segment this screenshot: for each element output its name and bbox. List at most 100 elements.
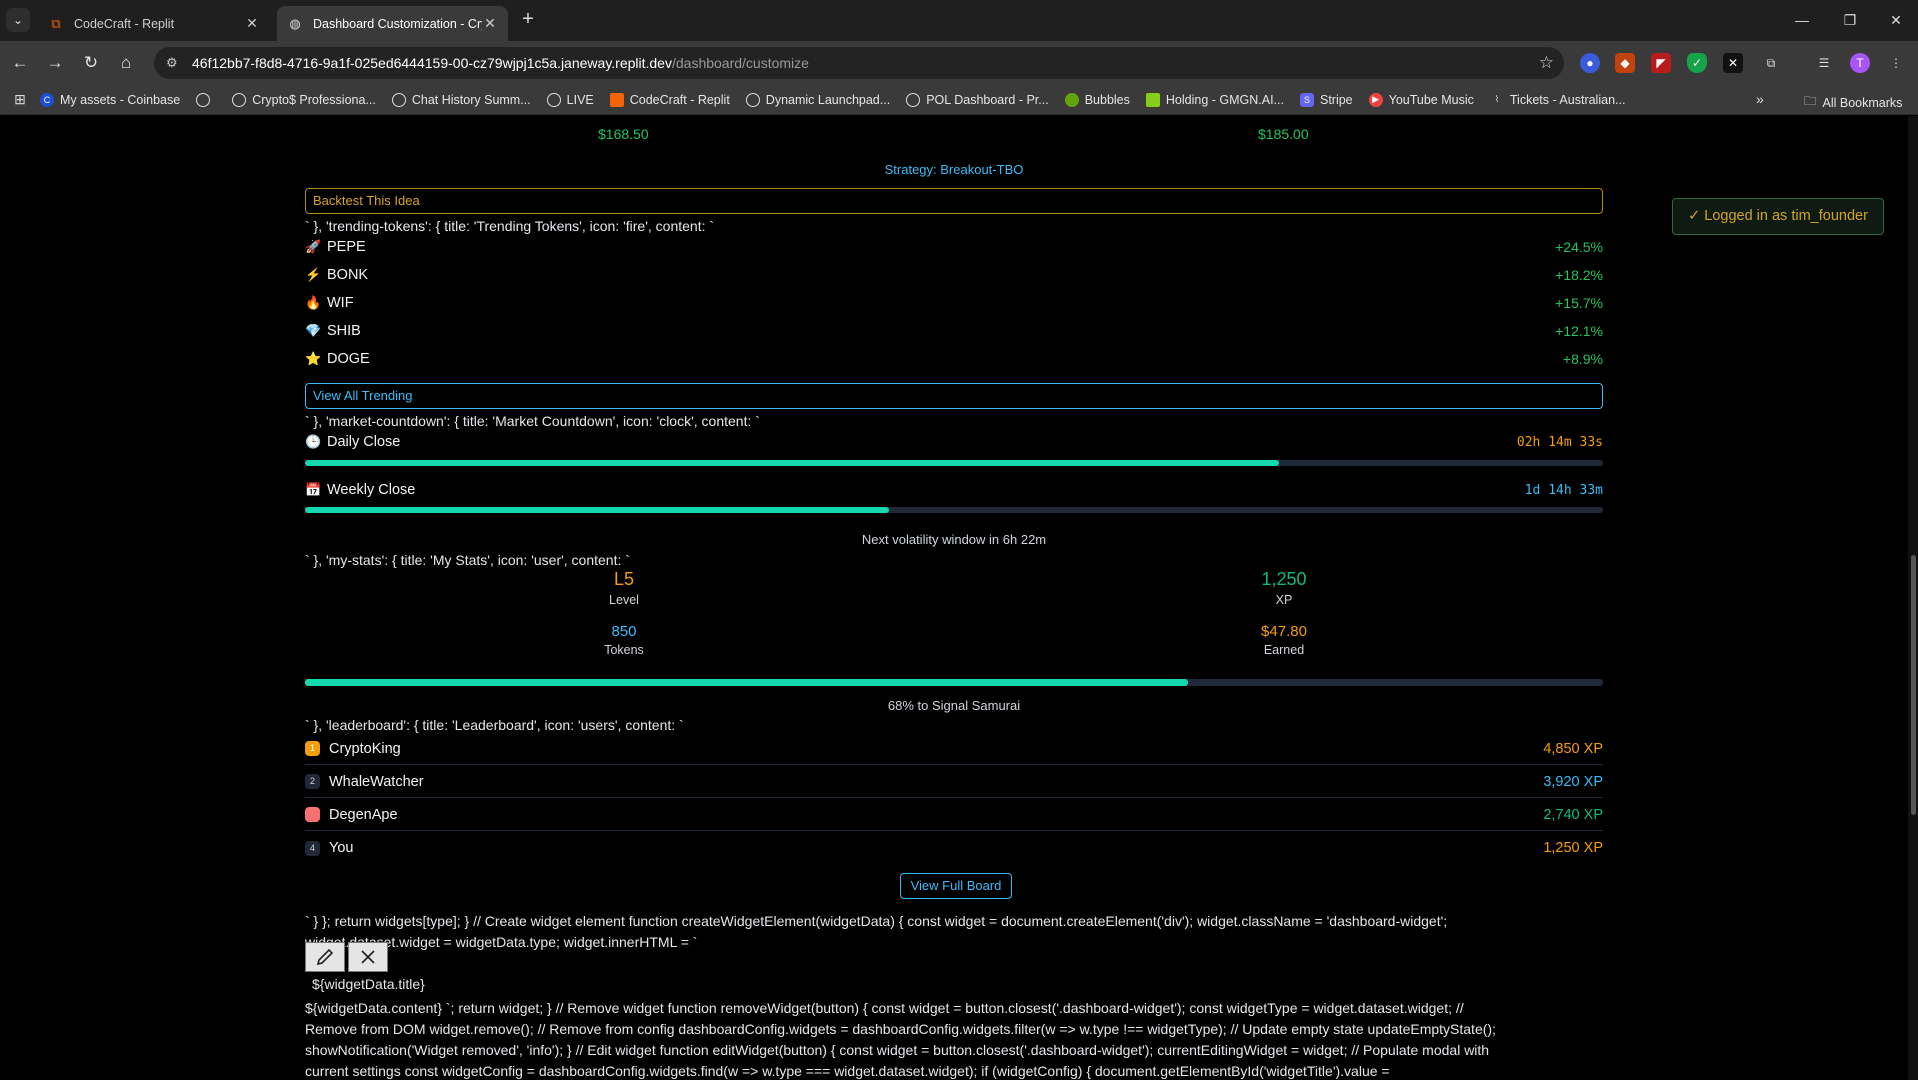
x-icon[interactable]: ✕ [1723,53,1743,73]
price-right: $185.00 [1258,126,1309,142]
stat-label: Earned [1263,643,1305,657]
star-icon: ⭐ [305,351,322,366]
bookmark-item[interactable]: Chat History Summ... [391,92,531,107]
site-info-icon[interactable]: ⚙ [166,55,192,71]
view-all-trending-button[interactable]: View All Trending [305,383,1603,409]
volatility-note: Next volatility window in 6h 22m [861,532,1047,547]
extension-icon[interactable]: ◤ [1651,53,1671,73]
daily-progress-fill [305,460,1279,466]
bookmark-item[interactable]: LIVE [546,92,594,107]
extension-icon[interactable]: ● [1580,53,1600,73]
scrollbar-thumb[interactable] [1911,555,1916,815]
bookmark-item[interactable]: ⌇ Tickets - Australian... [1490,93,1626,107]
code-line: showNotification('Widget removed', 'info… [305,1042,1490,1058]
bookmark-item[interactable]: S Stripe [1299,92,1353,107]
calendar-icon: 📅 [305,482,322,497]
code-line: ${widgetData.content} `; return widget; … [305,1000,1464,1016]
chatgpt-icon [391,92,406,107]
profile-avatar[interactable]: T [1850,53,1870,73]
player-name: WhaleWatcher [329,773,424,790]
all-bookmarks[interactable]: 🗀 All Bookmarks [1804,92,1902,113]
bookmark-item[interactable]: C My assets - Coinbase [40,92,180,107]
stat-tokens: 850 Tokens [524,623,724,657]
player-name: CryptoKing [329,740,401,757]
stat-value: 850 [611,623,637,640]
gem-icon: 💎 [305,323,322,338]
bookmark-item[interactable]: Dynamic Launchpad... [745,92,890,107]
trending-row: 💎 SHIB +12.1% [305,320,1603,342]
countdown-label: Daily Close [327,434,401,450]
minimize-icon[interactable]: — [1782,8,1822,32]
media-control-icon[interactable]: ☰ [1814,53,1834,73]
extensions-puzzle-icon[interactable]: ⧉ [1761,53,1781,73]
tab-title: CodeCraft - Replit [74,16,175,31]
token-change: +18.2% [1555,267,1603,283]
code-fragment: ` }, 'trending-tokens': { title: 'Trendi… [305,218,715,234]
rank-badge: 1 [305,741,320,756]
edit-widget-button[interactable] [305,942,345,972]
trending-row: 🚀 PEPE +24.5% [305,236,1603,258]
bookmark-item[interactable]: ▶ YouTube Music [1368,92,1474,107]
token-change: +15.7% [1555,295,1603,311]
clock-icon: 🕒 [305,434,322,449]
tab-title: Dashboard Customization - Cry [313,16,482,31]
restore-icon[interactable]: ❐ [1830,8,1870,32]
countdown-row-weekly: 📅 Weekly Close 1d 14h 33m [305,479,1603,501]
close-icon[interactable]: ✕ [482,15,498,32]
tab-dashboard[interactable]: ◍ Dashboard Customization - Cry ✕ [277,6,508,41]
bookmark-item[interactable] [196,92,216,107]
stat-value: 1,250 [1261,569,1307,589]
bookmark-item[interactable]: POL Dashboard - Pr... [906,92,1049,107]
rank-badge: 2 [305,774,320,789]
chevron-more-icon[interactable]: » [1756,91,1764,107]
backtest-button[interactable]: Backtest This Idea [305,188,1603,214]
token-name: BONK [327,267,369,283]
stripe-icon: S [1299,92,1314,107]
new-tab-icon[interactable]: + [516,8,540,32]
close-icon[interactable]: ✕ [244,15,260,32]
home-icon[interactable]: ⌂ [114,51,138,75]
countdown-time: 1d 14h 33m [1524,482,1603,498]
rank-progress-text: 68% to Signal Samurai [887,698,1021,713]
bookmark-star-icon[interactable]: ☆ [1539,53,1554,73]
reload-icon[interactable]: ↻ [79,51,103,75]
trending-row: ⚡ BONK +18.2% [305,264,1603,286]
forward-icon[interactable]: → [43,51,67,75]
stat-level: L5 Level [524,569,724,607]
metamask-icon[interactable]: ◆ [1615,53,1635,73]
tab-strip: ⌄ ⧉ CodeCraft - Replit ✕ ◍ Dashboard Cus… [0,0,1918,41]
stat-xp: 1,250 XP [1184,569,1384,607]
pencil-icon [316,948,334,966]
back-icon[interactable]: ← [8,51,32,75]
code-line: Remove from DOM widget.remove(); // Remo… [305,1021,1496,1037]
bookmark-item[interactable]: Holding - GMGN.AI... [1145,92,1284,107]
stat-value: L5 [613,569,635,589]
weekly-progress-bar [305,507,1603,513]
remove-widget-button[interactable] [348,942,388,972]
window-close-icon[interactable]: ✕ [1876,8,1916,32]
stat-value: $47.80 [1261,623,1307,640]
token-name: DOGE [327,351,370,367]
trending-row: 🔥 WIF +15.7% [305,292,1603,314]
token-name: SHIB [327,323,361,339]
gmgn-icon [1145,92,1160,107]
bookmark-item[interactable]: Bubbles [1064,92,1130,107]
stat-label: Tokens [604,643,644,657]
code-fragment: ` }, 'leaderboard': { title: 'Leaderboar… [305,717,684,733]
apps-grid-icon[interactable]: ⊞ [0,91,40,108]
player-xp: 2,740 XP [1543,806,1603,823]
bookmark-item[interactable]: Crypto$ Professiona... [232,92,376,107]
widget-title-template: ${widgetData.title} [312,976,425,992]
view-full-board-button[interactable]: View Full Board [900,873,1012,899]
menu-kebab-icon[interactable]: ⋮ [1886,53,1906,73]
tab-codecraft[interactable]: ⧉ CodeCraft - Replit ✕ [38,6,270,41]
fire-icon: 🔥 [305,295,322,310]
address-bar[interactable]: ⚙ 46f12bb7-f8d8-4716-9a1f-025ed6444159-0… [154,47,1564,79]
weekly-progress-fill [305,507,890,513]
player-xp: 1,250 XP [1543,840,1603,856]
rocket-icon: 🚀 [305,239,322,254]
leaderboard-row: 2 WhaleWatcher 3,920 XP [305,766,1603,798]
tab-search-icon[interactable]: ⌄ [6,8,30,32]
shield-icon[interactable]: ✓ [1687,53,1707,73]
bookmark-item[interactable]: CodeCraft - Replit [609,92,730,107]
